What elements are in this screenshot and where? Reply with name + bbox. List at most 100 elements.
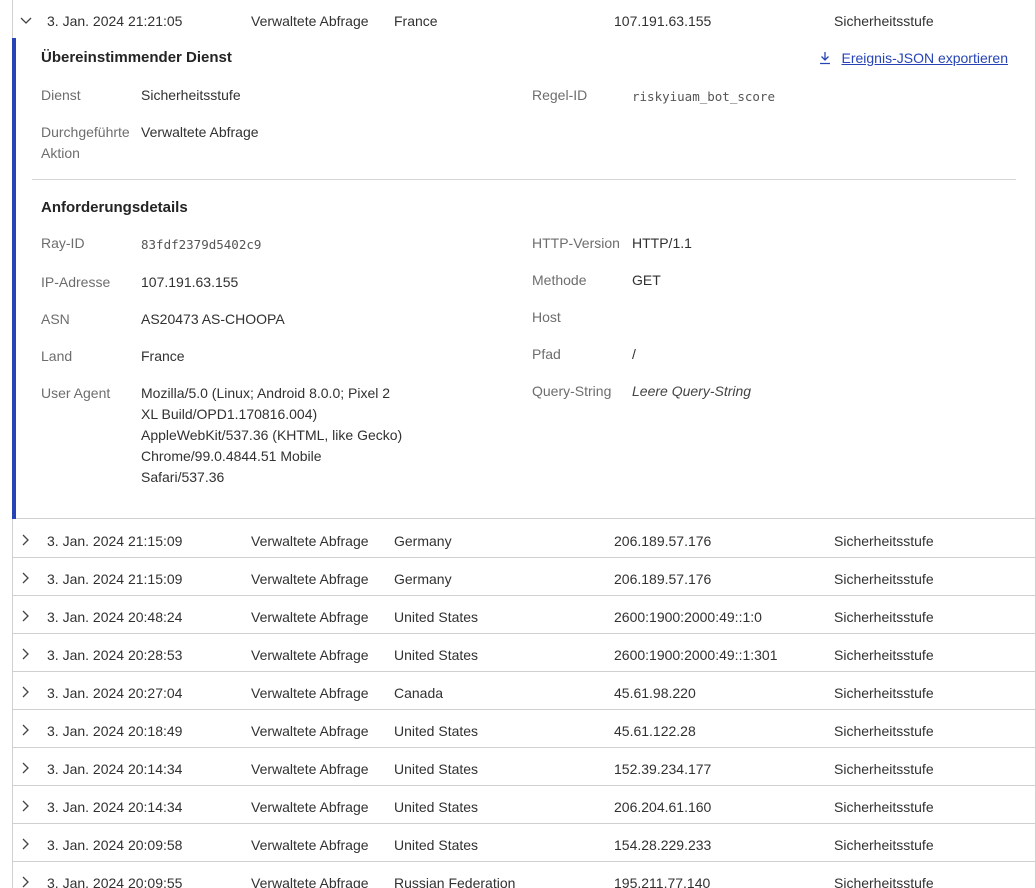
export-event-json-link[interactable]: Ereignis-JSON exportieren <box>820 50 1008 66</box>
event-service: Sicherheitsstufe <box>834 761 934 777</box>
chevron-right-icon[interactable] <box>18 720 34 740</box>
event-country: Germany <box>394 533 452 549</box>
http-version-value: HTTP/1.1 <box>632 235 692 251</box>
chevron-right-icon[interactable] <box>18 758 34 778</box>
event-date: 3. Jan. 2024 20:09:55 <box>47 875 183 888</box>
event-row[interactable]: 3. Jan. 2024 20:14:34 Verwaltete Abfrage… <box>0 786 1036 824</box>
service-value: Sicherheitsstufe <box>141 87 241 103</box>
event-action: Verwaltete Abfrage <box>251 875 369 888</box>
event-country: United States <box>394 647 479 663</box>
event-country: United States <box>394 609 479 625</box>
event-service: Sicherheitsstufe <box>834 723 934 739</box>
event-ip: 152.39.234.177 <box>614 761 712 777</box>
ip-value: 107.191.63.155 <box>141 274 239 290</box>
event-country: United States <box>394 837 479 853</box>
rule-id-value: riskyiuam_bot_score <box>632 89 775 104</box>
event-country: France <box>394 13 438 29</box>
event-country: United States <box>394 723 479 739</box>
event-country: United States <box>394 799 479 815</box>
action-label-line1: Durchgeführte <box>41 124 130 140</box>
event-ip: 45.61.98.220 <box>614 685 696 701</box>
selection-accent-bar <box>12 38 16 519</box>
action-label-line2: Aktion <box>41 145 80 161</box>
event-date: 3. Jan. 2024 20:14:34 <box>47 799 183 815</box>
service-label: Dienst <box>41 87 81 103</box>
event-action: Verwaltete Abfrage <box>251 761 369 777</box>
chevron-right-icon[interactable] <box>18 834 34 854</box>
chevron-right-icon[interactable] <box>18 682 34 702</box>
user-agent-line: Safari/537.36 <box>141 469 225 485</box>
event-ip: 107.191.63.155 <box>614 13 712 29</box>
matched-service-heading: Übereinstimmender Dienst <box>41 49 232 66</box>
event-row[interactable]: 3. Jan. 2024 20:18:49 Verwaltete Abfrage… <box>0 710 1036 748</box>
event-ip: 2600:1900:2000:49::1:301 <box>614 647 778 663</box>
event-service: Sicherheitsstufe <box>834 609 934 625</box>
event-row[interactable]: 3. Jan. 2024 20:28:53 Verwaltete Abfrage… <box>0 634 1036 672</box>
export-label: Ereignis-JSON exportieren <box>841 50 1008 66</box>
method-value: GET <box>632 272 661 288</box>
chevron-right-icon[interactable] <box>18 606 34 626</box>
event-row[interactable]: 3. Jan. 2024 20:27:04 Verwaltete Abfrage… <box>0 672 1036 710</box>
event-action: Verwaltete Abfrage <box>251 685 369 701</box>
download-icon <box>820 52 831 65</box>
method-label: Methode <box>532 272 587 288</box>
event-date: 3. Jan. 2024 20:27:04 <box>47 685 183 701</box>
event-ip: 2600:1900:2000:49::1:0 <box>614 609 762 625</box>
query-string-label: Query-String <box>532 383 612 399</box>
event-date: 3. Jan. 2024 21:15:09 <box>47 571 183 587</box>
chevron-right-icon[interactable] <box>18 796 34 816</box>
event-action: Verwaltete Abfrage <box>251 609 369 625</box>
path-value: / <box>632 346 636 362</box>
event-action: Verwaltete Abfrage <box>251 533 369 549</box>
event-ip: 206.189.57.176 <box>614 533 712 549</box>
event-service: Sicherheitsstufe <box>834 799 934 815</box>
event-service: Sicherheitsstufe <box>834 837 934 853</box>
event-country: Canada <box>394 685 444 701</box>
event-ip: 45.61.122.28 <box>614 723 696 739</box>
chevron-down-icon[interactable] <box>18 10 34 30</box>
chevron-right-icon[interactable] <box>18 530 34 550</box>
event-ip: 195.211.77.140 <box>614 875 711 888</box>
section-divider <box>32 179 1016 180</box>
event-date: 3. Jan. 2024 20:28:53 <box>47 647 183 663</box>
event-row[interactable]: 3. Jan. 2024 20:09:55 Verwaltete Abfrage… <box>0 862 1036 888</box>
event-service: Sicherheitsstufe <box>834 685 934 701</box>
user-agent-line: AppleWebKit/537.36 (KHTML, like Gecko) <box>141 427 403 443</box>
chevron-right-icon[interactable] <box>18 872 34 888</box>
event-row[interactable]: 3. Jan. 2024 20:14:34 Verwaltete Abfrage… <box>0 748 1036 786</box>
event-service: Sicherheitsstufe <box>834 13 934 29</box>
event-date: 3. Jan. 2024 21:21:05 <box>47 13 183 29</box>
event-date: 3. Jan. 2024 21:15:09 <box>47 533 183 549</box>
ray-id-label: Ray-ID <box>41 235 85 251</box>
request-details-heading: Anforderungsdetails <box>41 199 188 216</box>
event-row[interactable]: 3. Jan. 2024 20:48:24 Verwaltete Abfrage… <box>0 596 1036 634</box>
user-agent-line: Chrome/99.0.4844.51 Mobile <box>141 448 322 464</box>
event-action: Verwaltete Abfrage <box>251 647 369 663</box>
event-row-expanded[interactable]: 3. Jan. 2024 21:21:05 Verwaltete Abfrage… <box>0 0 1036 38</box>
event-service: Sicherheitsstufe <box>834 571 934 587</box>
query-string-value: Leere Query-String <box>632 383 752 399</box>
event-action: Verwaltete Abfrage <box>251 13 369 29</box>
event-country: United States <box>394 761 479 777</box>
country-label: Land <box>41 348 73 364</box>
action-value: Verwaltete Abfrage <box>141 124 259 140</box>
event-ip: 154.28.229.233 <box>614 837 712 853</box>
event-row[interactable]: 3. Jan. 2024 20:09:58 Verwaltete Abfrage… <box>0 824 1036 862</box>
asn-label: ASN <box>41 311 70 327</box>
user-agent-label: User Agent <box>41 385 111 401</box>
event-date: 3. Jan. 2024 20:14:34 <box>47 761 183 777</box>
user-agent-line: XL Build/OPD1.170816.004) <box>141 406 318 422</box>
event-row[interactable]: 3. Jan. 2024 21:15:09 Verwaltete Abfrage… <box>0 558 1036 596</box>
chevron-right-icon[interactable] <box>18 644 34 664</box>
chevron-right-icon[interactable] <box>18 568 34 588</box>
event-row[interactable]: 3. Jan. 2024 21:15:09 Verwaltete Abfrage… <box>0 520 1036 558</box>
event-action: Verwaltete Abfrage <box>251 723 369 739</box>
host-label: Host <box>532 309 561 325</box>
event-action: Verwaltete Abfrage <box>251 799 369 815</box>
country-value: France <box>141 348 185 364</box>
event-ip: 206.189.57.176 <box>614 571 712 587</box>
event-details-panel: Übereinstimmender Dienst Ereignis-JSON e… <box>12 38 1036 519</box>
event-service: Sicherheitsstufe <box>834 875 934 888</box>
path-label: Pfad <box>532 346 561 362</box>
event-date: 3. Jan. 2024 20:18:49 <box>47 723 183 739</box>
